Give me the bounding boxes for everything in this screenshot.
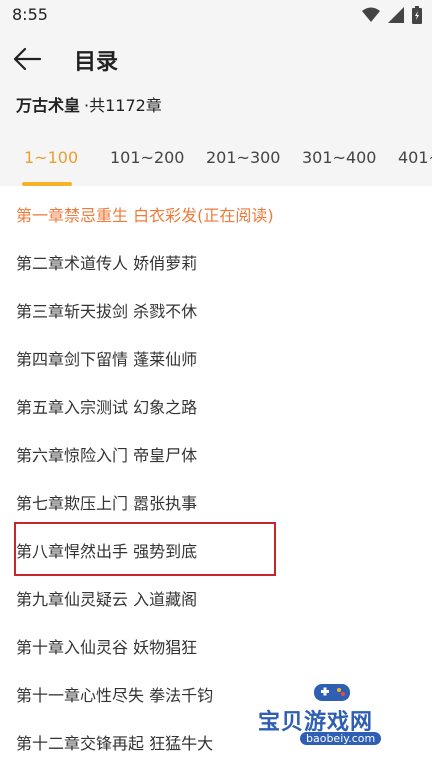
status-icons: [362, 6, 422, 24]
watermark-url: baobeiy.com: [300, 732, 382, 745]
chapter-item[interactable]: 第三章斩天拔剑 杀戮不休: [16, 298, 197, 322]
header-area: 目录 万古术皇 ·共1172章 1~100 101~200 201~300 301…: [0, 32, 432, 186]
wifi-icon: [362, 7, 380, 22]
watermark: 宝贝游戏网 baobeiy.com: [254, 680, 406, 750]
arrow-left-icon: [13, 47, 42, 71]
tab-101-200[interactable]: 101~200: [110, 148, 184, 167]
status-bar: 8:55: [0, 0, 432, 32]
chapter-item[interactable]: 第六章惊险入门 帝皇尸体: [16, 442, 197, 466]
gamepad-icon: [314, 684, 350, 701]
chapter-item[interactable]: 第二章术道传人 娇俏萝莉: [16, 250, 197, 274]
chapter-item[interactable]: 第八章悍然出手 强势到底: [16, 538, 197, 562]
status-time: 8:55: [12, 5, 48, 24]
page-title: 目录: [74, 50, 119, 75]
chapter-item-current[interactable]: 第一章禁忌重生 白衣彩发(正在阅读): [16, 202, 274, 226]
chapter-item[interactable]: 第十二章交锋再起 狂猛牛大: [16, 730, 213, 754]
chapter-item[interactable]: 第五章入宗测试 幻象之路: [16, 394, 197, 418]
signal-icon: [388, 7, 404, 23]
back-button[interactable]: [12, 44, 48, 76]
chapter-item[interactable]: 第九章仙灵疑云 入道藏阁: [16, 586, 197, 610]
tab-401-500[interactable]: 401~: [398, 148, 432, 167]
tab-301-400[interactable]: 301~400: [302, 148, 376, 167]
book-info: 万古术皇 ·共1172章: [16, 92, 162, 116]
chapter-range-tabs: 1~100 101~200 201~300 301~400 401~: [0, 144, 432, 186]
chapter-item[interactable]: 第四章剑下留情 蓬莱仙师: [16, 346, 197, 370]
watermark-title: 宝贝游戏网: [258, 710, 374, 735]
book-title: 万古术皇: [16, 96, 81, 115]
tab-201-300[interactable]: 201~300: [206, 148, 280, 167]
chapter-count: ·共1172章: [84, 96, 162, 115]
chapter-item[interactable]: 第十一章心性尽失 拳法千钧: [16, 682, 213, 706]
tab-1-100[interactable]: 1~100: [24, 148, 78, 167]
active-tab-indicator: [22, 182, 72, 186]
chapter-item[interactable]: 第七章欺压上门 嚣张执事: [16, 490, 197, 514]
chapter-item[interactable]: 第十章入仙灵谷 妖物猖狂: [16, 634, 197, 658]
battery-icon: [412, 6, 422, 24]
